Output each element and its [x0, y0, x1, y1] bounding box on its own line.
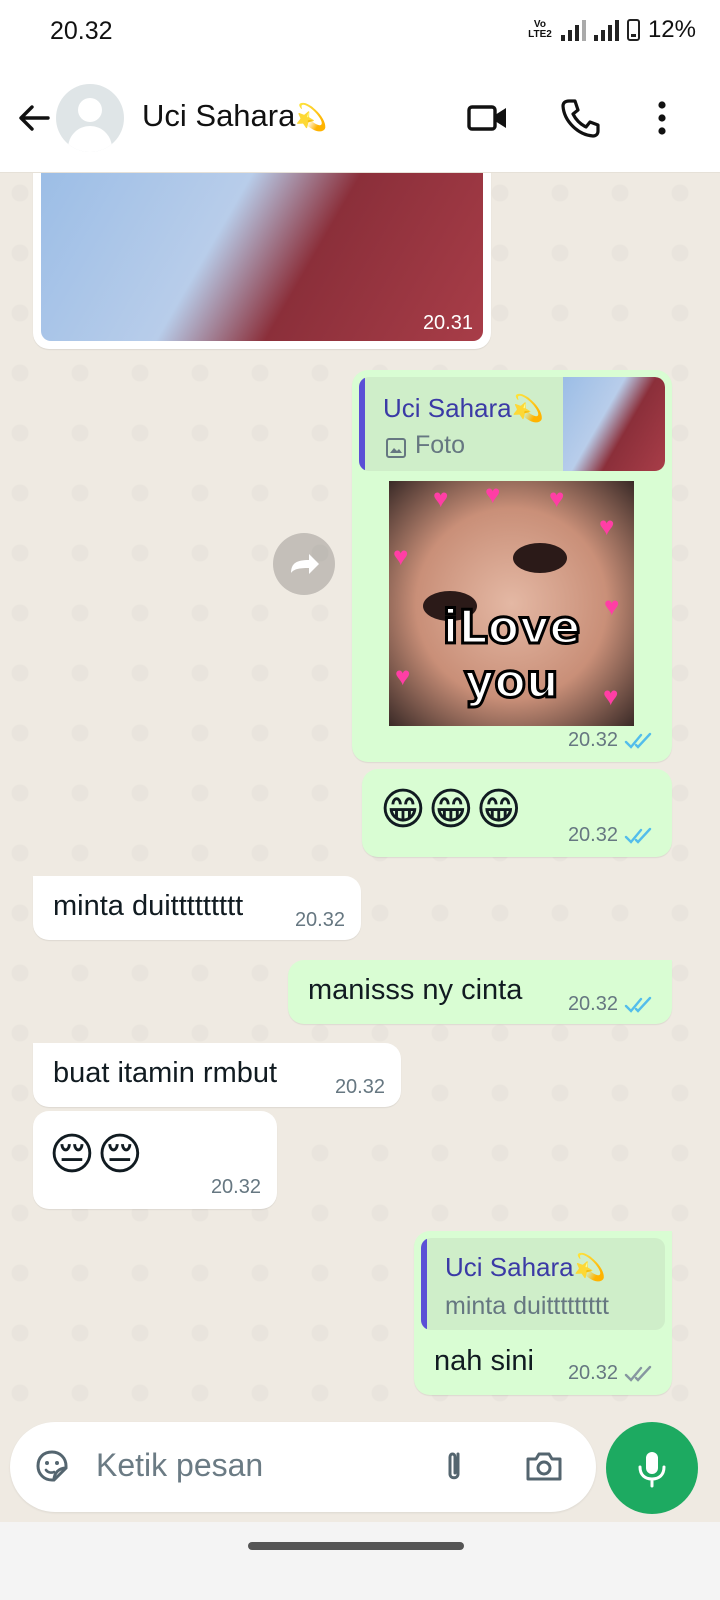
- attach-icon[interactable]: [432, 1444, 476, 1488]
- phone-icon[interactable]: [556, 94, 604, 142]
- voice-record-button[interactable]: [606, 1422, 698, 1514]
- message-text: nah sini: [434, 1345, 534, 1377]
- outgoing-sticker-message[interactable]: Uci Sahara💫 Foto ♥ ♥ ♥ ♥ ♥ ♥ ♥ ♥ iLove y…: [352, 370, 672, 762]
- volte-icon: Vo LTE2: [528, 19, 552, 40]
- message-meta: 20.32: [568, 1362, 656, 1385]
- contact-avatar[interactable]: [56, 84, 124, 152]
- message-input[interactable]: Ketik pesan: [96, 1447, 263, 1484]
- message-list[interactable]: 20.31 Uci Sahara💫 Foto ♥ ♥ ♥ ♥ ♥ ♥ ♥ ♥ i…: [0, 173, 720, 1420]
- message-time: 20.32: [567, 729, 618, 751]
- home-indicator[interactable]: [248, 1542, 464, 1550]
- message-input-bar: Ketik pesan: [10, 1422, 596, 1512]
- message-meta: 20.32: [568, 824, 656, 847]
- message-meta: 20.32: [568, 993, 656, 1016]
- message-time: 20.32: [567, 824, 618, 846]
- message-time: 20.32: [567, 1362, 618, 1384]
- more-vert-icon[interactable]: [638, 94, 686, 142]
- message-time: 20.31: [422, 312, 473, 334]
- system-nav-bar: [0, 1522, 720, 1600]
- message-time: 20.32: [567, 993, 618, 1015]
- battery-percent: 12%: [647, 16, 696, 43]
- incoming-image-message[interactable]: 20.31: [33, 173, 491, 349]
- message-emoji: 😁😁😁: [380, 785, 524, 834]
- sticker-icon[interactable]: [30, 1444, 74, 1488]
- message-text: minta duittttttttt: [53, 890, 244, 922]
- back-arrow-icon[interactable]: [14, 98, 54, 138]
- status-time: 20.32: [50, 17, 113, 45]
- quoted-message[interactable]: Uci Sahara💫 Foto: [359, 377, 665, 471]
- quoted-label: Foto: [415, 431, 466, 459]
- message-time: 20.32: [210, 1176, 261, 1198]
- message-emoji: 😔😔: [49, 1130, 145, 1179]
- forward-icon[interactable]: [273, 533, 335, 595]
- read-ticks-icon: [624, 996, 652, 1013]
- camera-icon[interactable]: [522, 1444, 566, 1488]
- outgoing-reply-message[interactable]: Uci Sahara💫 minta duittttttttt nah sini …: [414, 1231, 672, 1395]
- sticker-text: iLove you: [441, 599, 582, 710]
- sticker-image[interactable]: ♥ ♥ ♥ ♥ ♥ ♥ ♥ ♥ iLove you: [389, 481, 634, 726]
- contact-name[interactable]: Uci Sahara💫: [142, 98, 328, 134]
- message-time: 20.32: [334, 1076, 385, 1098]
- quoted-text: minta duittttttttt: [445, 1292, 609, 1320]
- message-text: buat itamin rmbut: [53, 1057, 278, 1089]
- read-ticks-icon: [624, 732, 652, 749]
- delivered-ticks-icon: [624, 1365, 652, 1382]
- quoted-message[interactable]: Uci Sahara💫 minta duittttttttt: [421, 1238, 665, 1330]
- signal-icon: [593, 19, 619, 41]
- message-text: manisss ny cinta: [308, 974, 523, 1006]
- quoted-sender: Uci Sahara💫: [383, 393, 544, 423]
- outgoing-emoji-message[interactable]: 😁😁😁 20.32: [362, 769, 672, 857]
- incoming-text-message[interactable]: buat itamin rmbut 20.32: [33, 1043, 401, 1107]
- outgoing-text-message[interactable]: manisss ny cinta 20.32: [288, 960, 672, 1024]
- status-icons: Vo LTE2 12%: [527, 16, 696, 44]
- chat-header: Uci Sahara💫: [0, 64, 720, 173]
- video-call-icon[interactable]: [464, 94, 512, 142]
- photo-thumbnail[interactable]: [41, 173, 483, 341]
- image-icon: [386, 438, 406, 458]
- incoming-text-message[interactable]: minta duittttttttt 20.32: [33, 876, 361, 940]
- mic-icon: [638, 1452, 666, 1488]
- quoted-sender: Uci Sahara💫: [445, 1252, 606, 1282]
- battery-icon: [626, 19, 640, 41]
- read-ticks-icon: [624, 827, 652, 844]
- signal-4g-icon: [560, 19, 586, 41]
- quoted-photo-thumbnail: [563, 377, 665, 471]
- message-meta: 20.32: [568, 729, 656, 752]
- incoming-emoji-message[interactable]: 😔😔 20.32: [33, 1111, 277, 1209]
- status-bar: 20.32 Vo LTE2 12%: [0, 0, 720, 64]
- message-time: 20.32: [294, 909, 345, 931]
